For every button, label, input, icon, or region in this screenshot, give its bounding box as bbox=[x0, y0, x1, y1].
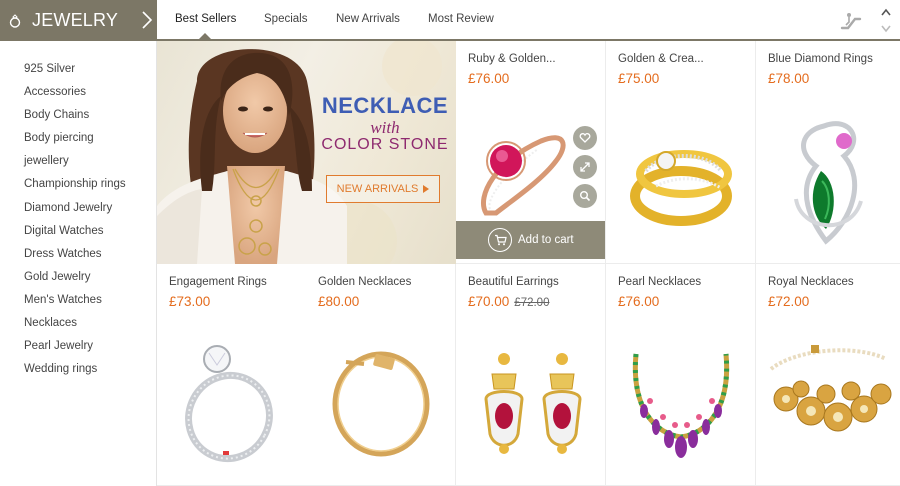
product-card[interactable]: Golden Necklaces £80.00 bbox=[306, 264, 456, 486]
category-item[interactable]: Necklaces bbox=[24, 312, 126, 335]
category-item[interactable]: jewellery bbox=[24, 150, 126, 173]
compare-button[interactable] bbox=[573, 155, 597, 179]
new-arrivals-button[interactable]: NEW ARRIVALS bbox=[326, 175, 440, 203]
compare-icon bbox=[580, 162, 590, 172]
sale-price: £70.00 bbox=[468, 294, 510, 309]
category-list: 925 Silver Accessories Body Chains Body … bbox=[24, 58, 126, 381]
search-icon bbox=[580, 191, 591, 202]
product-price: £76.00 bbox=[618, 294, 660, 309]
gold-flower-bracelet-image[interactable] bbox=[756, 339, 900, 469]
active-tab-indicator bbox=[199, 33, 211, 39]
product-price: £78.00 bbox=[768, 71, 810, 86]
category-item[interactable]: Body Chains bbox=[24, 104, 126, 127]
category-item[interactable]: Gold Jewelry bbox=[24, 266, 126, 289]
product-name[interactable]: Pearl Necklaces bbox=[618, 276, 701, 288]
product-name[interactable]: Golden & Crea... bbox=[618, 53, 704, 65]
category-item[interactable]: Championship rings bbox=[24, 173, 126, 196]
product-card[interactable]: Ruby & Golden... £76.00 Add to cart bbox=[456, 41, 606, 264]
scroll-up-icon[interactable] bbox=[881, 8, 891, 16]
product-price: £80.00 bbox=[318, 294, 360, 309]
category-item[interactable]: Diamond Jewelry bbox=[24, 197, 126, 220]
new-arrivals-label: NEW ARRIVALS bbox=[336, 183, 419, 195]
banner-line-2: with bbox=[370, 118, 400, 137]
emerald-ring-image[interactable] bbox=[756, 111, 900, 251]
product-card[interactable]: Royal Necklaces £72.00 bbox=[756, 264, 900, 486]
tab-new-arrivals[interactable]: New Arrivals bbox=[336, 13, 400, 25]
product-price: £75.00 bbox=[618, 71, 660, 86]
add-to-cart-label: Add to cart bbox=[518, 234, 574, 246]
tab-tools bbox=[840, 0, 900, 40]
category-item[interactable]: Digital Watches bbox=[24, 220, 126, 243]
product-name[interactable]: Royal Necklaces bbox=[768, 276, 854, 288]
engagement-ring-image[interactable] bbox=[157, 339, 307, 469]
cart-icon bbox=[488, 228, 512, 252]
category-item[interactable]: Men's Watches bbox=[24, 289, 126, 312]
product-tabs: Best Sellers Specials New Arrivals Most … bbox=[157, 0, 900, 41]
product-name[interactable]: Beautiful Earrings bbox=[468, 276, 559, 288]
product-card[interactable]: Golden & Crea... £75.00 bbox=[606, 41, 756, 264]
product-name[interactable]: Ruby & Golden... bbox=[468, 53, 556, 65]
product-price: £76.00 bbox=[468, 71, 510, 86]
earrings-image[interactable] bbox=[456, 344, 606, 469]
product-price: £73.00 bbox=[169, 294, 211, 309]
original-price: £72.00 bbox=[514, 297, 550, 309]
product-card[interactable]: Pearl Necklaces £76.00 bbox=[606, 264, 756, 486]
tab-best-sellers[interactable]: Best Sellers bbox=[175, 13, 236, 25]
category-header[interactable]: JEWELRY bbox=[0, 0, 157, 41]
product-name[interactable]: Blue Diamond Rings bbox=[768, 53, 873, 65]
gold-ring-image[interactable] bbox=[606, 116, 756, 241]
category-item[interactable]: Body piercing bbox=[24, 127, 126, 150]
banner-line-1: NECKLACE bbox=[321, 93, 449, 118]
play-arrow-icon bbox=[423, 185, 430, 193]
ring-icon bbox=[9, 13, 21, 28]
escalator-icon bbox=[840, 13, 862, 30]
product-price: £70.00 £72.00 bbox=[468, 294, 549, 309]
product-name[interactable]: Golden Necklaces bbox=[318, 276, 411, 288]
promo-banner[interactable]: NECKLACE with COLOR STONE NEW ARRIVALS bbox=[157, 41, 456, 264]
gem-necklace-image[interactable] bbox=[606, 339, 756, 469]
quick-view-button[interactable] bbox=[573, 184, 597, 208]
product-card[interactable]: Beautiful Earrings £70.00 £72.00 bbox=[456, 264, 606, 486]
product-name[interactable]: Engagement Rings bbox=[169, 276, 267, 288]
category-item[interactable]: Pearl Jewelry bbox=[24, 335, 126, 358]
chevron-right-icon[interactable] bbox=[141, 10, 153, 30]
category-title: JEWELRY bbox=[32, 10, 119, 30]
heart-icon bbox=[579, 133, 591, 143]
wishlist-button[interactable] bbox=[573, 126, 597, 150]
category-item[interactable]: Accessories bbox=[24, 81, 126, 104]
banner-headline: NECKLACE with COLOR STONE bbox=[319, 93, 451, 154]
nail-bracelet-image[interactable] bbox=[306, 344, 456, 464]
banner-line-3: COLOR STONE bbox=[321, 136, 449, 153]
category-item[interactable]: Dress Watches bbox=[24, 243, 126, 266]
product-card[interactable]: Engagement Rings £73.00 bbox=[157, 264, 307, 486]
category-item[interactable]: Wedding rings bbox=[24, 358, 126, 381]
scroll-down-icon[interactable] bbox=[881, 25, 891, 33]
product-price: £72.00 bbox=[768, 294, 810, 309]
add-to-cart-button[interactable]: Add to cart bbox=[456, 221, 605, 259]
tab-most-review[interactable]: Most Review bbox=[428, 13, 494, 25]
tab-specials[interactable]: Specials bbox=[264, 13, 307, 25]
category-sidebar: JEWELRY 925 Silver Accessories Body Chai… bbox=[0, 0, 157, 486]
product-card[interactable]: Blue Diamond Rings £78.00 bbox=[756, 41, 900, 264]
category-item[interactable]: 925 Silver bbox=[24, 58, 126, 81]
